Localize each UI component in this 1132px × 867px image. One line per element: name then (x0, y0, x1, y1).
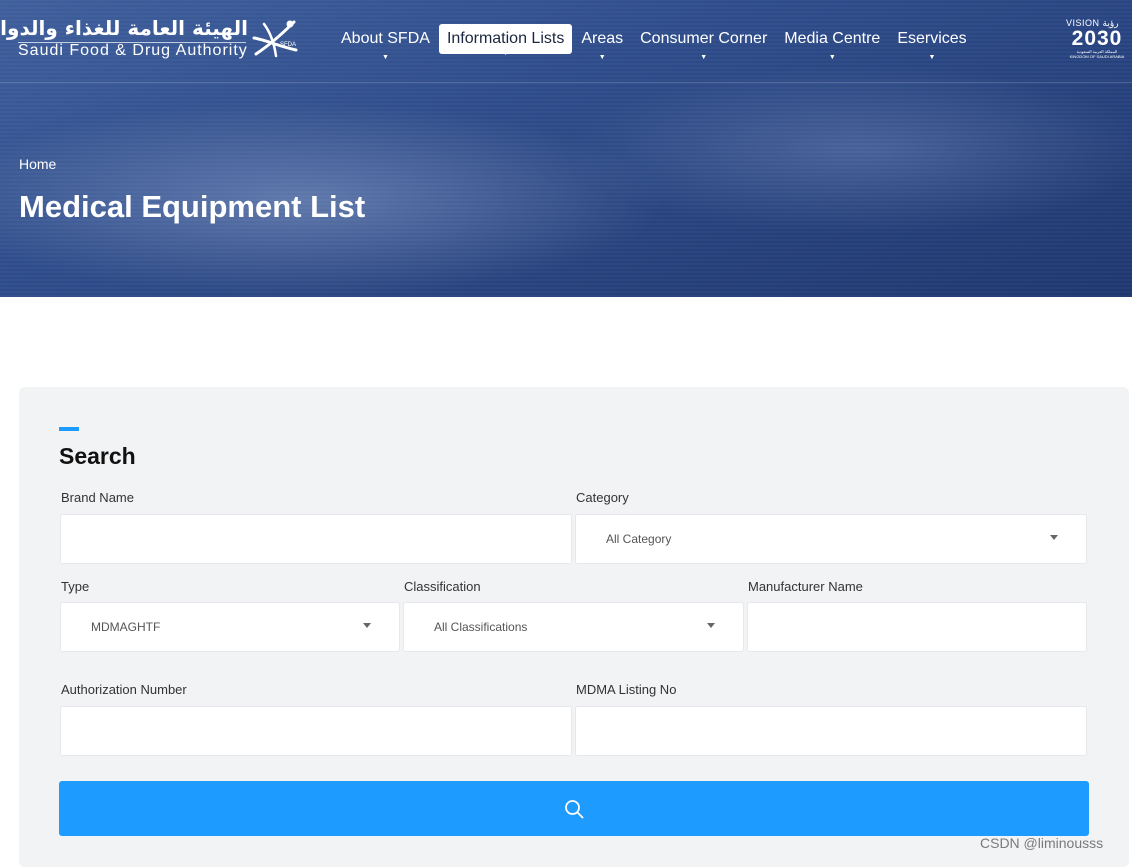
vision-number: 2030 (1071, 27, 1123, 50)
page-title: Medical Equipment List (19, 189, 366, 224)
svg-text:SFDA: SFDA (280, 42, 296, 48)
authorization-number-field (60, 706, 572, 756)
top-navigation: الهيئة العامة للغذاء والدواء Saudi Food … (0, 0, 1132, 83)
main-menu: About SFDA ▼ Information Lists ▼ Areas ▼… (333, 24, 976, 61)
nav-eservices[interactable]: Eservices ▼ (889, 24, 974, 61)
vision-subtitle-en: KINGDOM OF SAUDI ARABIA (1069, 54, 1125, 59)
chevron-down-icon: ▼ (828, 54, 836, 61)
manufacturer-name-field (747, 602, 1087, 652)
nav-about-sfda-label: About SFDA (341, 30, 430, 47)
logo-arabic-text: الهيئة العامة للغذاء والدواء (0, 16, 248, 40)
category-label: Category (576, 490, 629, 505)
nav-media-centre[interactable]: Media Centre ▼ (776, 24, 888, 61)
nav-areas-label: Areas (581, 30, 624, 47)
brand-name-label: Brand Name (61, 490, 134, 505)
nav-consumer-corner-label: Consumer Corner (640, 30, 768, 47)
search-icon (565, 800, 584, 819)
classification-label: Classification (404, 579, 481, 594)
nav-media-centre-label: Media Centre (784, 30, 881, 47)
classification-selected-value: All Classifications (434, 620, 528, 634)
manufacturer-name-input[interactable] (748, 603, 1086, 651)
nav-information-lists-label: Information Lists (446, 30, 565, 47)
sfda-logo[interactable]: الهيئة العامة للغذاء والدواء Saudi Food … (0, 16, 303, 64)
category-select[interactable]: All Category (575, 514, 1087, 564)
dropdown-arrow-icon (363, 623, 371, 628)
manufacturer-name-label: Manufacturer Name (748, 579, 863, 594)
dropdown-arrow-icon (1050, 535, 1058, 540)
nav-eservices-label: Eservices (897, 30, 967, 47)
chevron-down-icon: ▼ (502, 50, 510, 57)
type-label: Type (61, 579, 90, 594)
type-select[interactable]: MDMAGHTF (60, 602, 400, 652)
watermark-text: CSDN @liminousss (980, 835, 1104, 851)
category-selected-value: All Category (606, 532, 672, 546)
vision-2030-logo[interactable]: VISION رؤية 2030 المملكة العربية السعودي… (1066, 18, 1128, 62)
mdma-listing-field (575, 706, 1087, 756)
breadcrumb-home[interactable]: Home (19, 156, 56, 172)
nav-information-lists[interactable]: Information Lists ▼ (438, 24, 573, 57)
authorization-number-input[interactable] (61, 707, 571, 755)
nav-areas[interactable]: Areas ▼ (573, 24, 631, 61)
sfda-emblem-icon: SFDA (252, 20, 298, 58)
search-panel: Search Brand Name Category All Category … (19, 387, 1129, 867)
mdma-listing-input[interactable] (576, 707, 1086, 755)
type-selected-value: MDMAGHTF (91, 620, 161, 634)
nav-consumer-corner[interactable]: Consumer Corner ▼ (632, 24, 775, 61)
chevron-down-icon: ▼ (928, 54, 936, 61)
classification-select[interactable]: All Classifications (403, 602, 744, 652)
authorization-number-label: Authorization Number (61, 682, 187, 697)
chevron-down-icon: ▼ (382, 54, 389, 61)
search-heading: Search (59, 443, 136, 469)
dropdown-arrow-icon (707, 623, 715, 628)
heading-accent-bar (59, 427, 79, 431)
search-button[interactable] (59, 781, 1089, 836)
brand-name-field (60, 514, 572, 564)
brand-name-input[interactable] (61, 515, 571, 563)
chevron-down-icon: ▼ (598, 54, 606, 61)
nav-about-sfda[interactable]: About SFDA ▼ (333, 24, 438, 61)
mdma-listing-label: MDMA Listing No (576, 682, 677, 697)
chevron-down-icon: ▼ (700, 54, 708, 61)
logo-english-text: Saudi Food & Drug Authority (18, 42, 248, 59)
